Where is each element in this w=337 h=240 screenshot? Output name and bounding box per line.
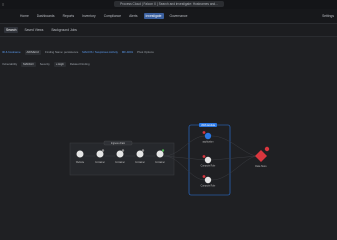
filter-chip[interactable]: MANGO	[21, 62, 36, 67]
right-group-label: AWS lambda	[201, 124, 216, 127]
filter-chip[interactable]: AWS/EC2	[24, 50, 41, 55]
nav-item-compliance[interactable]: Compliance	[102, 13, 123, 19]
node-label: Compute Role	[201, 165, 216, 168]
filter-chip[interactable]: MACOS / Suspicious Activity	[82, 50, 118, 55]
node-label: Compute Role	[201, 185, 216, 188]
tab-background-jobs[interactable]: Background Jobs	[49, 27, 78, 33]
node-badge	[121, 149, 125, 152]
left-group-box	[69, 142, 175, 176]
left-group-label: Ingress chain	[111, 142, 126, 145]
filter-chip[interactable]: Pivot Options	[137, 50, 154, 55]
graph-node: application	[202, 131, 215, 144]
graph-node: Compute Role	[201, 155, 216, 168]
node-label: application	[203, 141, 215, 144]
app-menu-icon[interactable]: ≡	[2, 1, 4, 8]
node-icon	[204, 132, 212, 140]
alert-badge	[264, 146, 270, 152]
nav-item-reports[interactable]: Reports	[61, 13, 77, 19]
nav-item-investigate[interactable]: Investigate	[143, 13, 164, 19]
alert-badge	[202, 175, 206, 178]
target-node	[255, 150, 267, 162]
node-label: Website	[76, 161, 85, 164]
nav-item-dashboards[interactable]: Dashboards	[35, 13, 57, 19]
window-title: Process Cloud | Falcon X | Search and in…	[114, 1, 224, 7]
tab-search[interactable]: Search	[4, 27, 19, 33]
filter-chip[interactable]: Finding Name: persistence	[45, 50, 78, 55]
main-nav: Home Dashboards Reports Inventory Compliance…	[0, 9, 337, 24]
node-label: Container	[155, 161, 165, 164]
tab-saved-views[interactable]: Saved Views	[22, 27, 45, 33]
alert-badge	[202, 131, 206, 134]
filter-chip[interactable]: MF-4001	[122, 50, 133, 55]
node-badge	[101, 149, 105, 152]
filter-chip[interactable]: Vulnerability	[2, 62, 17, 67]
node-label: Container	[115, 161, 125, 164]
filter-bar: IR & hostname AWS/EC2 Finding Name: persis…	[0, 49, 337, 56]
node-icon	[204, 176, 212, 184]
settings-link[interactable]: Settings	[322, 13, 334, 19]
node-badge	[161, 149, 165, 152]
filter-chip[interactable]: Related Finding	[70, 62, 90, 67]
nav-item-governance[interactable]: Governance	[168, 13, 190, 19]
node-badge	[141, 149, 145, 152]
alert-badge	[202, 155, 206, 158]
filter-chip[interactable]: Severity	[40, 62, 50, 67]
node-icon	[204, 156, 212, 164]
graph-canvas[interactable]: Ingress chain AWS lambda Website Containe…	[0, 70, 337, 225]
filter-chip[interactable]: IR & hostname	[2, 50, 21, 55]
nav-item-inventory[interactable]: Inventory	[80, 13, 98, 19]
nav-item-alerts[interactable]: Alerts	[127, 13, 139, 19]
target-label: Data Store	[255, 165, 267, 168]
filter-bar-secondary: Vulnerability MANGO Severity ≥ High Related …	[0, 61, 337, 68]
filter-chip[interactable]: ≥ High	[53, 62, 66, 67]
sub-tabs: Search Saved Views Background Jobs	[0, 24, 337, 37]
node-label: Container	[95, 161, 105, 164]
node-label: Container	[135, 161, 145, 164]
node-icon	[76, 150, 84, 158]
graph-node: Compute Role	[201, 175, 216, 188]
browser-chrome: ≡ Process Cloud | Falcon X | Search and …	[0, 0, 337, 9]
nav-item-home[interactable]: Home	[18, 13, 31, 19]
